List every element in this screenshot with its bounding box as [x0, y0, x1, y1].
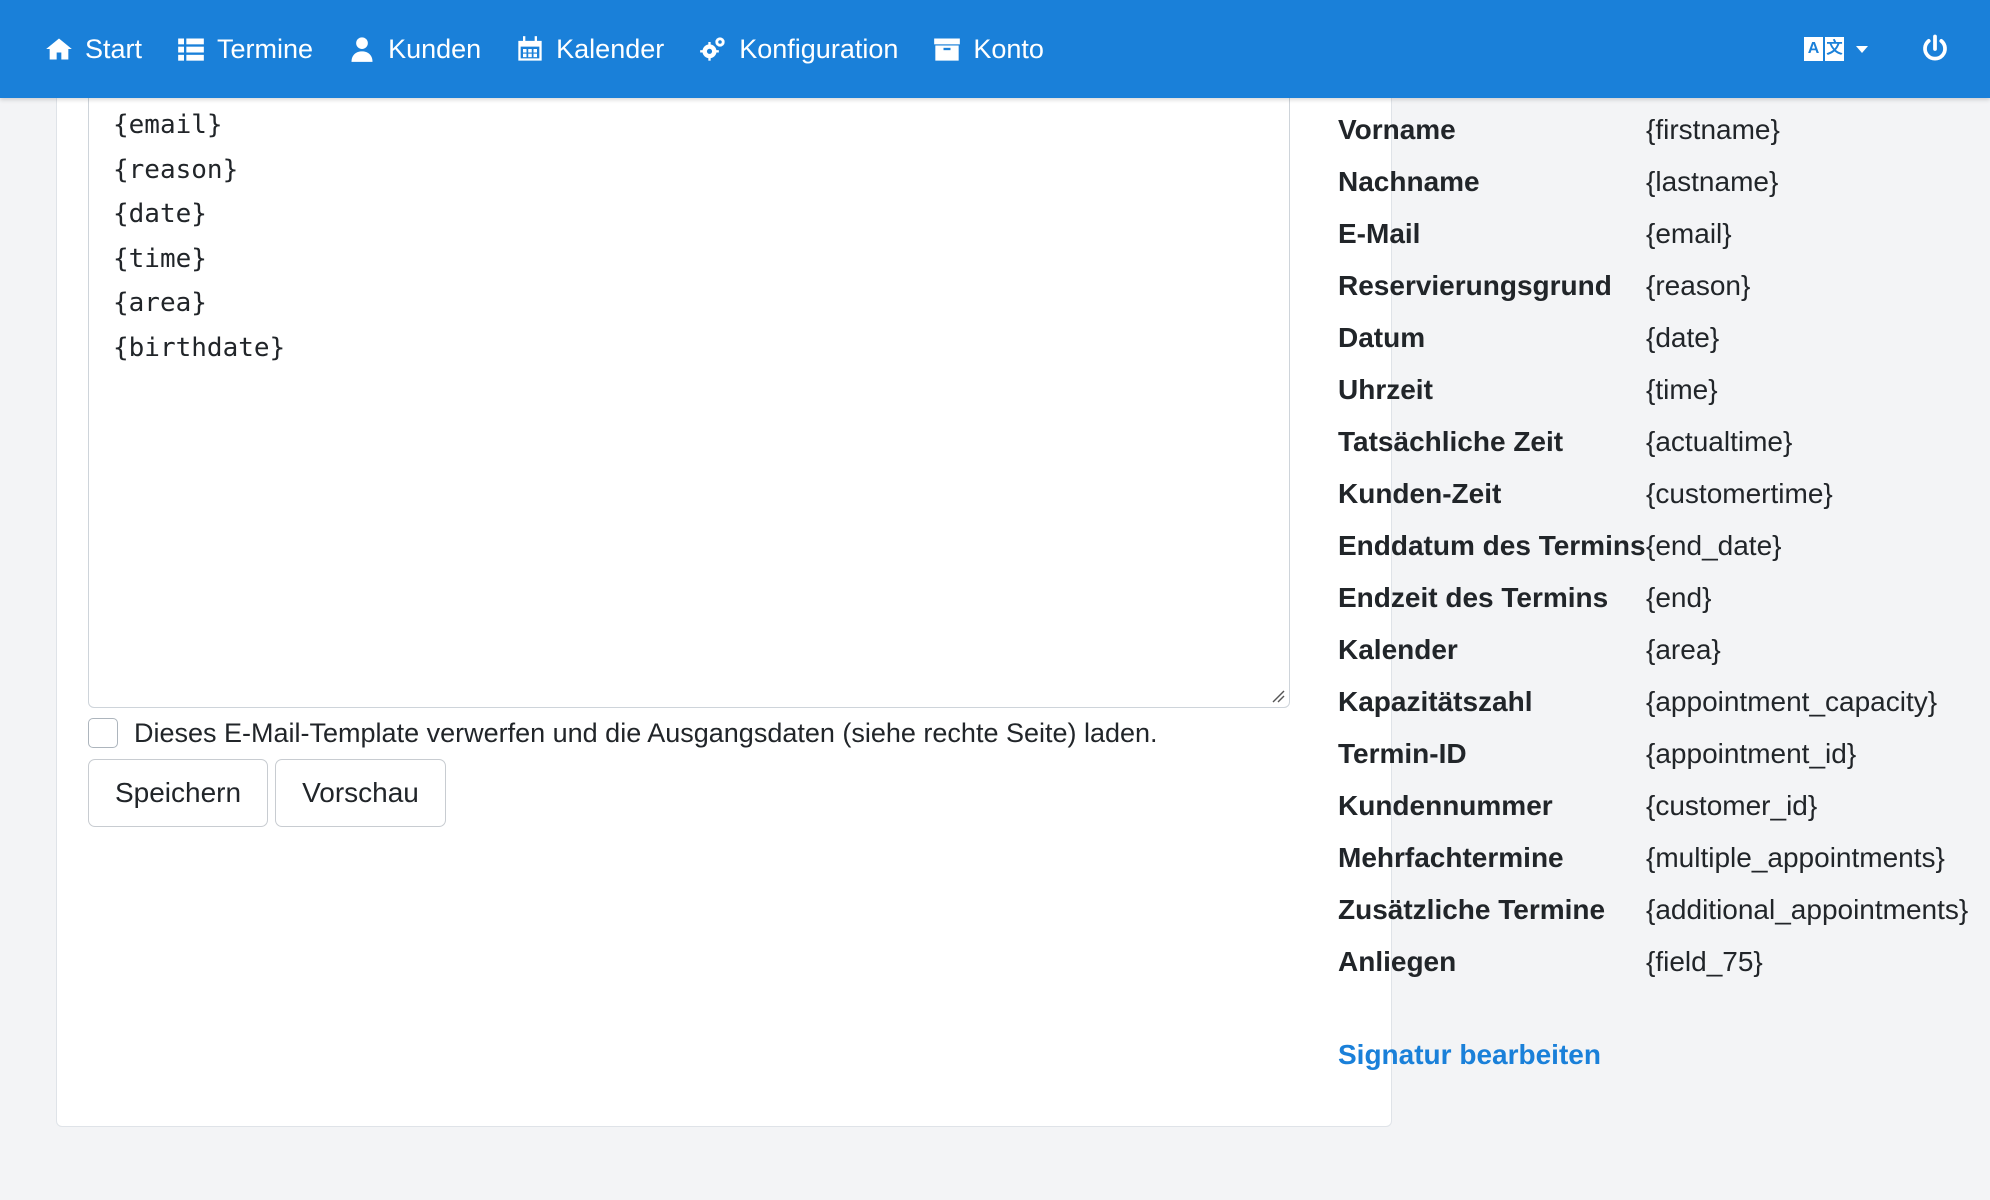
placeholder-label: Vorname	[1338, 114, 1456, 145]
top-navbar: Start Termine Kunden Kalender Konfigurat…	[0, 0, 1990, 98]
reset-template-label[interactable]: Dieses E-Mail-Template verwerfen und die…	[134, 718, 1158, 749]
table-row: Reservierungsgrund {reason}	[1338, 264, 1990, 316]
placeholder-table: Vorname {firstname} Nachname {lastname} E-…	[1338, 108, 1990, 992]
placeholder-value: {additional_appointments}	[1646, 894, 1969, 925]
reset-template-checkbox[interactable]	[88, 718, 118, 748]
list-icon	[178, 38, 204, 61]
resize-handle-icon[interactable]	[1271, 689, 1285, 703]
template-line: {time}	[113, 243, 207, 274]
placeholder-value: {time}	[1646, 374, 1718, 405]
nav-konfiguration[interactable]: Konfiguration	[699, 34, 898, 65]
email-template-textarea[interactable]: {email} {reason} {date} {time} {area} {b…	[88, 60, 1290, 708]
placeholder-label: Zusätzliche Termine	[1338, 894, 1606, 925]
placeholder-value: {reason}	[1646, 270, 1751, 301]
template-line: {email}	[113, 110, 223, 140]
placeholder-value: {date}	[1646, 322, 1720, 353]
placeholder-label: Enddatum des Termins	[1338, 530, 1646, 561]
preview-button[interactable]: Vorschau	[275, 759, 446, 827]
table-row: Termin-ID {appointment_id}	[1338, 732, 1990, 784]
placeholder-value: {area}	[1646, 634, 1721, 665]
nav-right-group: A文	[1804, 34, 1950, 64]
table-row: Datum {date}	[1338, 316, 1990, 368]
placeholder-label: Endzeit des Termins	[1338, 582, 1609, 613]
reset-template-row: Dieses E-Mail-Template verwerfen und die…	[88, 716, 1158, 750]
table-row: Nachname {lastname}	[1338, 160, 1990, 212]
table-row: E-Mail {email}	[1338, 212, 1990, 264]
placeholder-value: {multiple_appointments}	[1646, 842, 1945, 873]
nav-konto[interactable]: Konto	[933, 34, 1044, 65]
table-row: Mehrfachtermine {multiple_appointments}	[1338, 836, 1990, 888]
nav-termine[interactable]: Termine	[177, 34, 313, 65]
nav-kalender[interactable]: Kalender	[516, 34, 664, 65]
placeholder-value: {appointment_id}	[1646, 738, 1857, 769]
placeholder-value: {email}	[1646, 218, 1732, 249]
placeholder-label: Uhrzeit	[1338, 374, 1433, 405]
placeholder-label: Kundennummer	[1338, 790, 1553, 821]
placeholder-label: E-Mail	[1338, 218, 1421, 249]
placeholder-value: {end_date}	[1646, 530, 1782, 561]
table-row: Zusätzliche Termine {additional_appointme…	[1338, 888, 1990, 940]
nav-konfiguration-label: Konfiguration	[739, 33, 899, 64]
template-line: {date}	[113, 199, 207, 229]
placeholder-label: Kunden-Zeit	[1338, 478, 1502, 509]
nav-termine-label: Termine	[217, 33, 314, 64]
placeholder-label: Tatsächliche Zeit	[1338, 426, 1564, 457]
table-row: Vorname {firstname}	[1338, 108, 1990, 160]
nav-start-label: Start	[85, 33, 143, 64]
placeholder-value: {actualtime}	[1646, 426, 1793, 457]
placeholder-label: Mehrfachtermine	[1338, 842, 1564, 873]
chevron-down-icon	[1856, 45, 1868, 53]
table-row: Tatsächliche Zeit {actualtime}	[1338, 420, 1990, 472]
placeholder-value: {firstname}	[1646, 114, 1780, 145]
placeholder-value: {field_75}	[1646, 946, 1763, 977]
calendar-icon	[518, 36, 542, 61]
table-row: Kunden-Zeit {customertime}	[1338, 472, 1990, 524]
table-row: Uhrzeit {time}	[1338, 368, 1990, 420]
placeholder-value: {end}	[1646, 582, 1712, 613]
home-icon	[46, 38, 72, 60]
template-line: {birthdate}	[113, 332, 286, 363]
nav-kunden[interactable]: Kunden	[348, 34, 481, 65]
placeholder-label: Anliegen	[1338, 946, 1457, 977]
logout-button[interactable]	[1920, 34, 1950, 64]
placeholder-label: Reservierungsgrund	[1338, 270, 1612, 301]
language-dropdown[interactable]: A文	[1804, 37, 1868, 61]
placeholder-label: Kapazitätszahl	[1338, 686, 1533, 717]
table-row: Kapazitätszahl {appointment_capacity}	[1338, 680, 1990, 732]
nav-kunden-label: Kunden	[388, 33, 482, 64]
language-icon: A文	[1804, 37, 1844, 61]
save-button[interactable]: Speichern	[88, 759, 268, 827]
table-row: Anliegen {field_75}	[1338, 940, 1990, 992]
table-row: Kalender {area}	[1338, 628, 1990, 680]
nav-start[interactable]: Start	[45, 34, 142, 65]
placeholder-label: Nachname	[1338, 166, 1480, 197]
user-icon	[351, 37, 373, 62]
edit-signature-link[interactable]: Signatur bearbeiten	[1338, 1039, 1601, 1071]
table-row: Endzeit des Termins {end}	[1338, 576, 1990, 628]
table-row: Enddatum des Termins {end_date}	[1338, 524, 1990, 576]
placeholder-label: Kalender	[1338, 634, 1458, 665]
table-row: Kundennummer {customer_id}	[1338, 784, 1990, 836]
placeholder-label: Termin-ID	[1338, 738, 1467, 769]
placeholder-value: {customertime}	[1646, 478, 1833, 509]
placeholder-value: {customer_id}	[1646, 790, 1818, 821]
nav-kalender-label: Kalender	[556, 33, 665, 64]
placeholder-label: Datum	[1338, 322, 1426, 353]
template-line: {reason}	[113, 154, 239, 185]
template-line: {area}	[113, 288, 207, 318]
placeholder-value: {lastname}	[1646, 166, 1779, 197]
gears-icon	[700, 37, 725, 61]
placeholder-value: {appointment_capacity}	[1646, 686, 1938, 717]
power-icon	[1923, 34, 1947, 61]
archive-icon	[934, 38, 961, 61]
nav-konto-label: Konto	[973, 33, 1044, 64]
